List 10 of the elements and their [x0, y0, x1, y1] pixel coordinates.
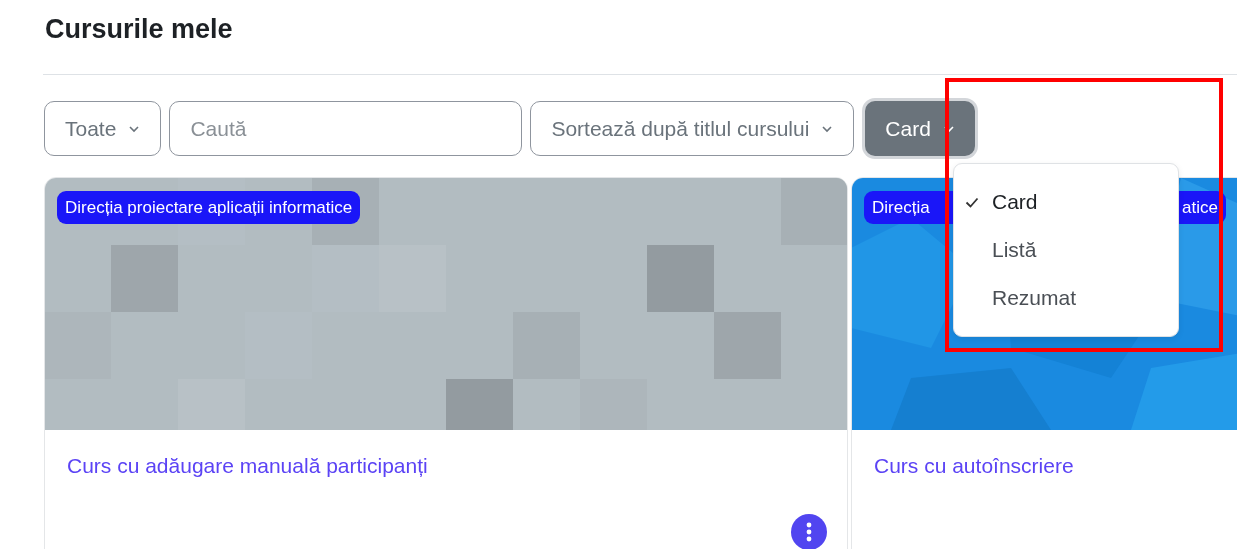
search-field[interactable]: Caută — [169, 101, 523, 156]
page-title: Cursurile mele — [45, 13, 234, 46]
category-badge: Direcția proiectare aplicații informatice — [57, 191, 361, 224]
course-title-link[interactable]: Curs cu adăugare manuală participanți — [45, 430, 847, 502]
view-menu-item[interactable]: Rezumat — [954, 274, 1178, 322]
grouping-dropdown[interactable]: Toate — [44, 101, 162, 156]
view-dropdown[interactable]: Card — [865, 101, 975, 156]
course-title-link[interactable]: Curs cu autoînscriere — [852, 430, 1237, 502]
view-menu-item[interactable]: Listă — [954, 226, 1178, 274]
sort-dropdown[interactable]: Sortează după titlul cursului — [530, 101, 855, 156]
